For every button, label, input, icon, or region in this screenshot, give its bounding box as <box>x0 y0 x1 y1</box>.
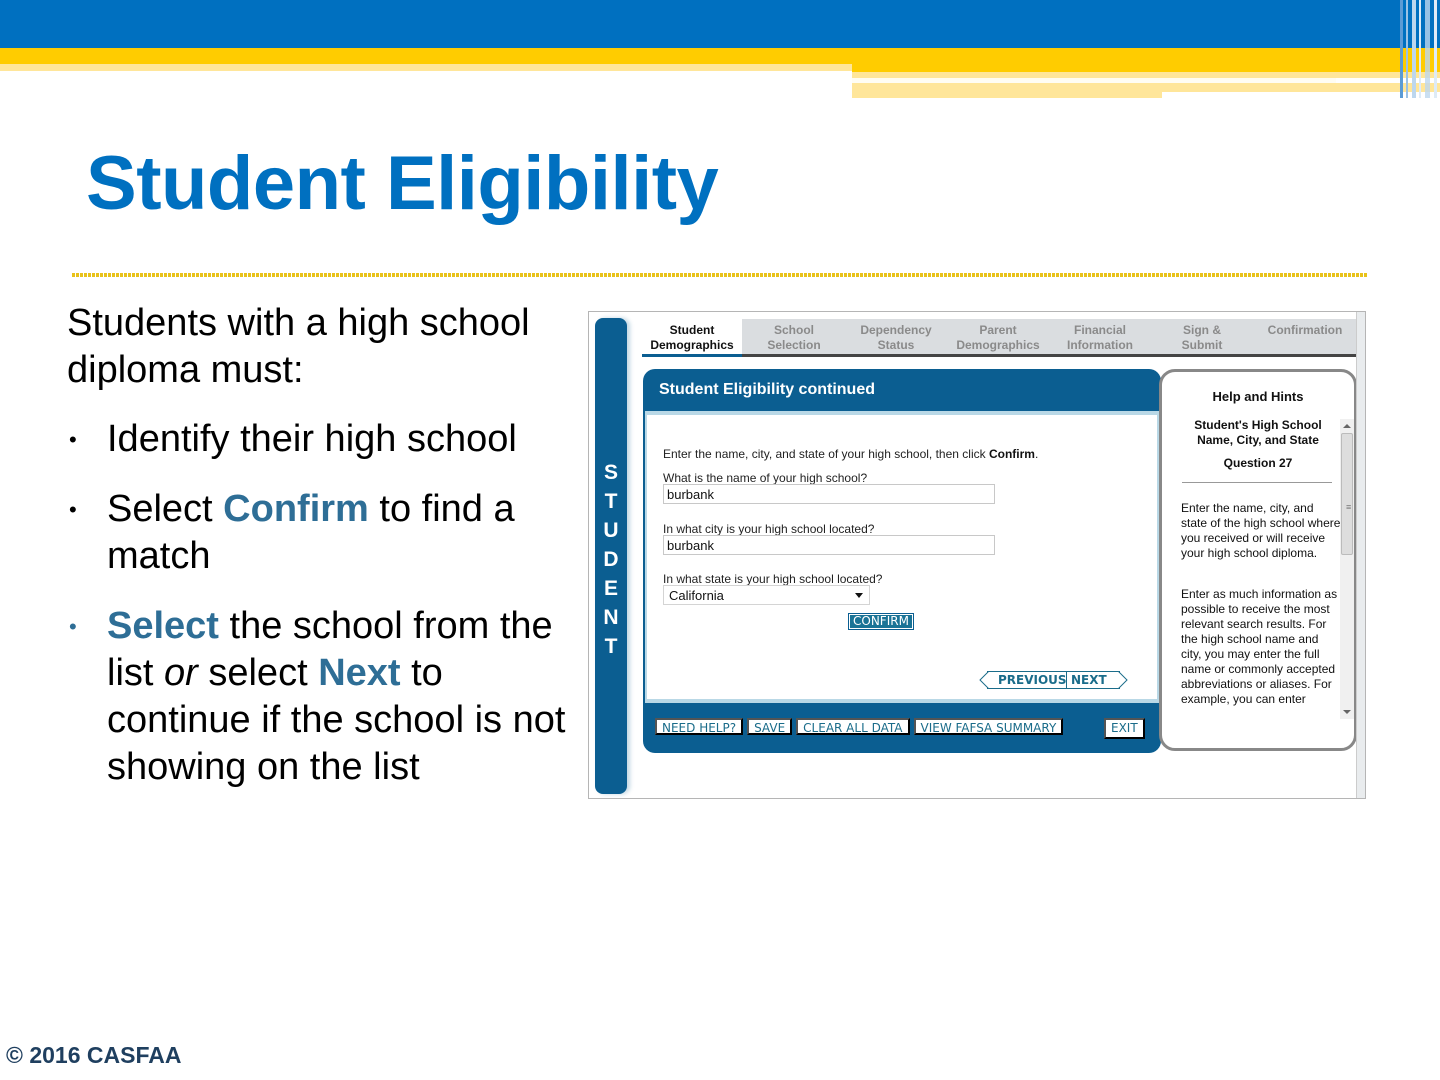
rail-letter: N <box>603 606 619 629</box>
window-edge <box>1356 312 1365 798</box>
bullet-item: • Select Confirm to find a match <box>67 486 577 580</box>
confirm-button[interactable]: CONFIRM <box>848 613 914 630</box>
school-name-input[interactable] <box>663 484 995 504</box>
bullet-text-part: select <box>197 652 319 694</box>
header-band-pale-right-3 <box>852 92 1162 98</box>
previous-button[interactable]: PREVIOUS <box>979 671 1072 689</box>
bullet-text: Identify their high school <box>107 418 517 460</box>
help-hints-panel: Help and Hints Student's High School Nam… <box>1159 369 1357 751</box>
view-fafsa-summary-button[interactable]: VIEW FAFSA SUMMARY <box>913 718 1064 735</box>
rail-letter: U <box>603 519 619 542</box>
form-instruction: Enter the name, city, and state of your … <box>663 447 1039 461</box>
rail-letter: T <box>604 490 618 513</box>
tab-parent-demographics[interactable]: Parent Demographics <box>946 319 1050 354</box>
italic-term: or <box>164 652 198 694</box>
scroll-down-icon[interactable] <box>1343 710 1351 714</box>
highlighted-term: Confirm <box>223 488 369 530</box>
chevron-right-icon <box>1117 671 1128 689</box>
save-button[interactable]: SAVE <box>747 718 793 735</box>
slide-title: Student Eligibility <box>86 141 719 226</box>
help-subtitle: Student's High School Name, City, and St… <box>1194 418 1322 447</box>
school-state-label: In what state is your high school locate… <box>663 572 883 586</box>
rail-letter: E <box>603 577 618 600</box>
bullet-item: • Select the school from the list or sele… <box>67 603 577 791</box>
bullet-text-part: Identify their high school <box>107 418 517 460</box>
grip-icon: ≡ <box>1346 502 1352 512</box>
header-band-blue <box>0 0 1440 48</box>
next-button[interactable]: NEXT <box>1066 671 1128 689</box>
tab-student-demographics[interactable]: Student Demographics <box>642 319 742 357</box>
tab-dependency-status[interactable]: Dependency Status <box>846 319 946 354</box>
tab-sign-submit[interactable]: Sign & Submit <box>1150 319 1254 354</box>
rail-letter: T <box>604 635 618 658</box>
tab-school-selection[interactable]: School Selection <box>742 319 846 354</box>
title-divider <box>72 273 1368 277</box>
bullet-icon: • <box>69 497 77 522</box>
bullet-icon: • <box>69 427 77 452</box>
section-rail: STUDENT <box>595 318 627 794</box>
header-band-pale-left <box>0 64 852 71</box>
chevron-down-icon <box>855 593 863 598</box>
bullet-text-part: Select <box>107 488 224 530</box>
clear-all-data-button[interactable]: CLEAR ALL DATA <box>796 718 910 735</box>
help-title: Help and Hints <box>1212 389 1304 404</box>
copyright-footer: © 2016 CASFAA <box>6 1042 182 1068</box>
scroll-thumb[interactable]: ≡ <box>1341 433 1353 555</box>
school-city-input[interactable] <box>663 535 995 555</box>
help-scrollbar[interactable]: ≡ <box>1340 419 1354 719</box>
school-state-select[interactable]: California <box>663 585 870 605</box>
help-paragraph: Enter the name, city, and state of the h… <box>1181 501 1341 560</box>
school-name-label: What is the name of your high school? <box>663 471 868 485</box>
header-band-yellow-right <box>852 64 1440 72</box>
header-band-yellow <box>0 48 1440 64</box>
rail-letter: D <box>603 548 619 571</box>
bullet-icon: • <box>69 614 77 639</box>
bullet-list: • Identify their high school • Select Conf… <box>67 416 577 814</box>
exit-button[interactable]: EXIT <box>1104 718 1145 739</box>
question-form: Enter the name, city, and state of your … <box>645 411 1159 703</box>
tab-financial-information[interactable]: Financial Information <box>1050 319 1150 354</box>
section-rail-label: STUDENT <box>595 458 627 661</box>
highlighted-term: Next <box>318 652 401 694</box>
header-band-pale-right-2 <box>852 83 1440 92</box>
intro-text: Students with a high school diploma must… <box>67 302 530 391</box>
need-help-button[interactable]: NEED HELP? <box>655 718 744 735</box>
highlighted-term: Select <box>107 605 219 647</box>
footer-toolbar: NEED HELP? SAVE CLEAR ALL DATA VIEW FAFS… <box>655 718 1064 735</box>
tab-confirmation[interactable]: Confirmation <box>1254 319 1356 354</box>
question-panel: Student Eligibility continued Enter the … <box>643 369 1161 753</box>
bullet-text: Select the school from the list or selec… <box>107 605 565 788</box>
bullet-text: Select Confirm to find a match <box>107 488 515 577</box>
help-paragraph: Enter as much information as possible to… <box>1181 587 1338 706</box>
fafsa-screenshot: STUDENT Student Demographics School Select… <box>588 311 1366 799</box>
chevron-left-icon <box>979 671 990 689</box>
panel-title: Student Eligibility continued <box>659 381 875 398</box>
bullet-item: • Identify their high school <box>67 416 577 463</box>
scroll-up-icon[interactable] <box>1343 424 1351 428</box>
school-city-label: In what city is your high school located… <box>663 522 875 536</box>
help-divider <box>1182 482 1332 483</box>
help-question-number: Question 27 <box>1223 456 1293 470</box>
progress-tabs: Student Demographics School Selection Depe… <box>642 319 1356 357</box>
header-vertical-stripes <box>1398 0 1440 98</box>
rail-letter: S <box>603 461 618 484</box>
